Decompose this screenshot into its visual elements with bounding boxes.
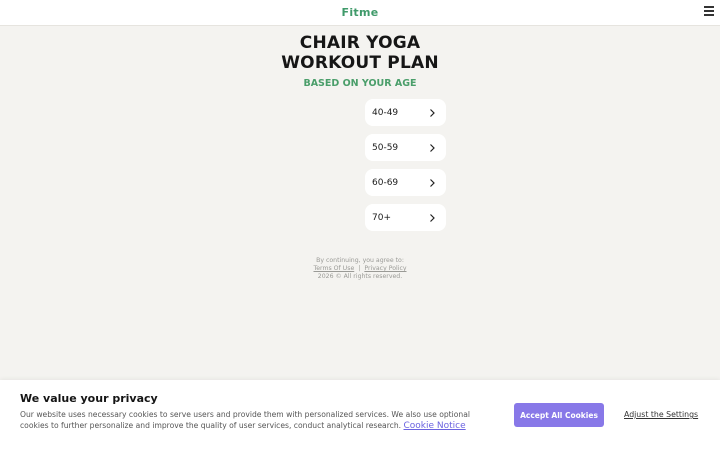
age-options-list: 40-49 50-59 60-69 70+ [365,99,446,239]
cookie-notice-link[interactable]: Cookie Notice [404,421,466,431]
chevron-right-icon [430,108,435,117]
page-title: CHAIR YOGA WORKOUT PLAN [0,33,720,73]
age-option-label: 50-59 [372,142,399,153]
adjust-settings-link[interactable]: Adjust the Settings [624,410,698,419]
hamburger-menu-icon[interactable] [704,6,714,16]
accept-all-cookies-button[interactable]: Accept All Cookies [514,403,604,427]
chevron-right-icon [430,143,435,152]
age-option-label: 70+ [372,212,391,223]
page-subtitle: BASED ON YOUR AGE [303,78,417,89]
chevron-right-icon [430,178,435,187]
age-option-50-59[interactable]: 50-59 [365,134,446,161]
title-line-2: WORKOUT PLAN [281,53,439,73]
legal-footer: By continuing, you agree to: Terms Of Us… [0,257,720,281]
cookie-banner-text: Our website uses necessary cookies to se… [20,409,480,432]
privacy-policy-link[interactable]: Privacy Policy [364,265,406,272]
age-option-70-plus[interactable]: 70+ [365,204,446,231]
agree-text: By continuing, you agree to: [316,257,404,264]
link-separator: | [358,265,361,272]
cookie-banner-body: Our website uses necessary cookies to se… [20,410,470,430]
age-option-60-69[interactable]: 60-69 [365,169,446,196]
copyright-text: 2026 © All rights reserved. [317,273,403,280]
age-option-label: 60-69 [372,177,399,188]
cookie-banner: We value your privacy Our website uses n… [0,380,720,450]
fitme-logo[interactable]: Fitme [0,6,720,19]
age-option-label: 40-49 [372,107,399,118]
age-option-40-49[interactable]: 40-49 [365,99,446,126]
top-header: Fitme [0,0,720,26]
terms-of-use-link[interactable]: Terms Of Use [313,265,354,272]
chevron-right-icon [430,213,435,222]
title-line-1: CHAIR YOGA [299,33,421,53]
cookie-banner-title: We value your privacy [20,392,158,405]
